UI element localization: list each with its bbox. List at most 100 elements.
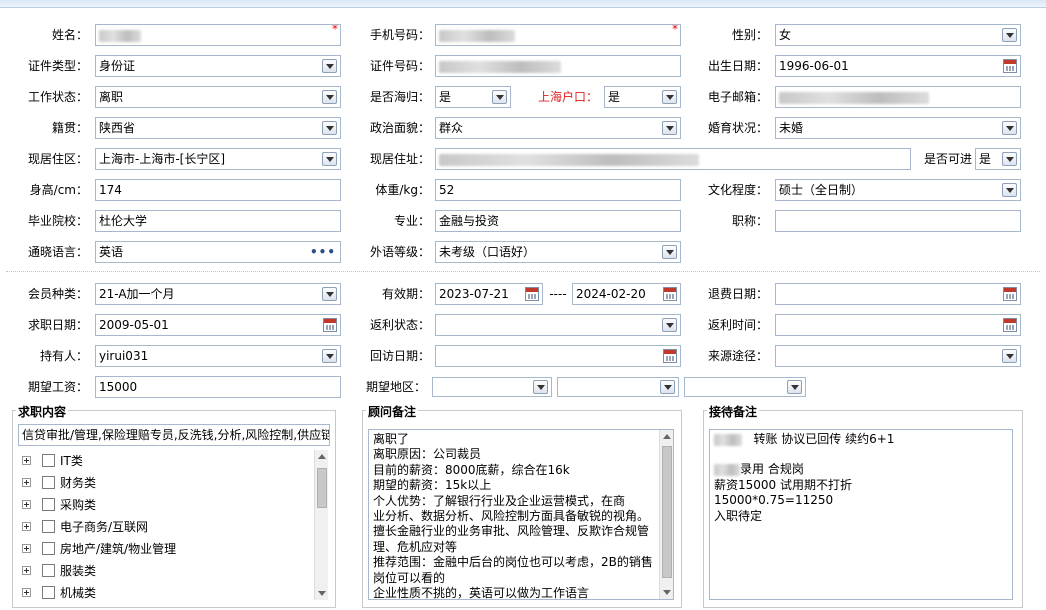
holder-select[interactable]: yirui031 [95,345,341,367]
scroll-thumb[interactable] [317,468,327,508]
advisor-notes-textarea[interactable]: 离职了 离职原因：公司裁员 目前的薪资：8000底薪，综合在16k 期望的薪资：… [368,429,674,600]
major-input[interactable]: 金融与投资 [435,210,681,232]
school-input[interactable]: 杜伦大学 [95,210,341,232]
expand-icon[interactable] [22,500,31,509]
chevron-down-icon[interactable] [1002,349,1017,363]
chevron-down-icon[interactable] [662,121,677,135]
tree-item[interactable]: 房地产/建筑/物业管理 [18,538,312,560]
rebate-status-select[interactable] [435,314,681,336]
expand-icon[interactable] [22,456,31,465]
foreign-level-select[interactable]: 未考级（口语好） [435,241,681,263]
source-select[interactable] [775,345,1021,367]
calendar-icon[interactable] [1003,287,1017,301]
expand-icon[interactable] [22,588,31,597]
expand-icon[interactable] [22,566,31,575]
weight-input[interactable]: 52 [435,179,681,201]
residence-area-select[interactable]: 上海市-上海市-[长宁区] [95,148,341,170]
checkbox[interactable] [42,542,55,555]
checkbox[interactable] [42,498,55,511]
chevron-down-icon[interactable] [322,121,337,135]
calendar-icon[interactable] [1003,59,1017,73]
chevron-down-icon[interactable] [1002,152,1017,166]
chevron-down-icon[interactable] [322,287,337,301]
rebate-time-input[interactable] [775,314,1021,336]
scroll-thumb[interactable] [662,446,672,578]
refund-date-input[interactable] [775,283,1021,305]
region-city-select[interactable] [557,377,679,397]
salary-input[interactable]: 15000 [95,376,341,398]
job-content-summary[interactable]: 信贷审批/管理,保险理赔专员,反洗钱,分析,风险控制,供应链 [18,424,330,446]
region-district-select[interactable] [684,377,806,397]
native-place-select[interactable]: 陕西省 [95,117,341,139]
chevron-down-icon[interactable] [787,380,802,394]
more-options-icon[interactable]: ••• [310,242,336,262]
education-select[interactable]: 硕士（全日制） [775,179,1021,201]
expand-icon[interactable] [22,522,31,531]
language-input[interactable]: 英语 ••• [95,241,341,263]
checkbox[interactable] [42,586,55,599]
scroll-down-icon[interactable] [318,591,326,596]
tree-item[interactable]: 采购类 [18,494,312,516]
tree-item[interactable]: IT类 [18,450,312,472]
scroll-up-icon[interactable] [663,434,671,439]
checkbox[interactable] [42,454,55,467]
region-province-select[interactable] [432,377,552,397]
chevron-down-icon[interactable] [1002,121,1017,135]
job-date-input[interactable]: 2009-05-01 [95,314,341,336]
scroll-up-icon[interactable] [318,454,326,459]
birth-date-input[interactable]: 1996-06-01 [775,55,1021,77]
calendar-icon[interactable] [663,287,677,301]
marital-select[interactable]: 未婚 [775,117,1021,139]
name-input[interactable]: * [95,24,341,46]
reception-notes-textarea[interactable]: 转账 协议已回传 续约6+1 录用 合规岗 薪资15000 试用期不打折 150… [709,429,1013,600]
calendar-icon[interactable] [525,287,539,301]
expand-icon[interactable] [22,478,31,487]
reachable-select[interactable]: 是 [975,148,1021,170]
title-input[interactable] [775,210,1021,232]
checkbox[interactable] [42,564,55,577]
chevron-down-icon[interactable] [662,245,677,259]
political-select[interactable]: 群众 [435,117,681,139]
returnee-select[interactable]: 是 [435,86,511,108]
validity-end-input[interactable]: 2024-02-20 [572,283,681,305]
work-status-select[interactable]: 离职 [95,86,341,108]
tree-item[interactable]: 财务类 [18,472,312,494]
notes-scrollbar[interactable] [659,430,673,599]
chevron-down-icon[interactable] [322,90,337,104]
chevron-down-icon[interactable] [322,152,337,166]
id-type-select[interactable]: 身份证 [95,55,341,77]
chevron-down-icon[interactable] [1002,183,1017,197]
gender-select[interactable]: 女 [775,24,1021,46]
tree-item[interactable]: 机械类 [18,582,312,600]
chevron-down-icon[interactable] [322,59,337,73]
height-input[interactable]: 174 [95,179,341,201]
calendar-icon[interactable] [663,349,677,363]
id-number-input[interactable] [435,55,681,77]
chevron-down-icon[interactable] [322,349,337,363]
expand-icon[interactable] [22,544,31,553]
calendar-icon[interactable] [1003,318,1017,332]
shanghai-hukou-select[interactable]: 是 [604,86,681,108]
note-line: 业分析、数据分析、风险控制方面具备敏锐的视角。 [373,509,650,524]
validity-start-input[interactable]: 2023-07-21 [435,283,543,305]
chevron-down-icon[interactable] [1002,28,1017,42]
tree-item[interactable]: 电子商务/互联网 [18,516,312,538]
work-status-label: 工作状态： [27,90,88,104]
chevron-down-icon[interactable] [662,318,677,332]
scroll-down-icon[interactable] [663,590,671,595]
chevron-down-icon[interactable] [660,380,675,394]
chevron-down-icon[interactable] [662,90,677,104]
job-date-label: 求职日期： [27,318,88,332]
email-input[interactable] [775,86,1021,108]
checkbox[interactable] [42,476,55,489]
calendar-icon[interactable] [323,318,337,332]
mobile-input[interactable]: * [435,24,681,46]
member-type-select[interactable]: 21-A加一个月 [95,283,341,305]
tree-scrollbar[interactable] [314,450,328,600]
address-input[interactable] [435,148,911,170]
tree-item[interactable]: 服装类 [18,560,312,582]
visit-date-input[interactable] [435,345,681,367]
checkbox[interactable] [42,520,55,533]
chevron-down-icon[interactable] [492,90,507,104]
chevron-down-icon[interactable] [533,380,548,394]
